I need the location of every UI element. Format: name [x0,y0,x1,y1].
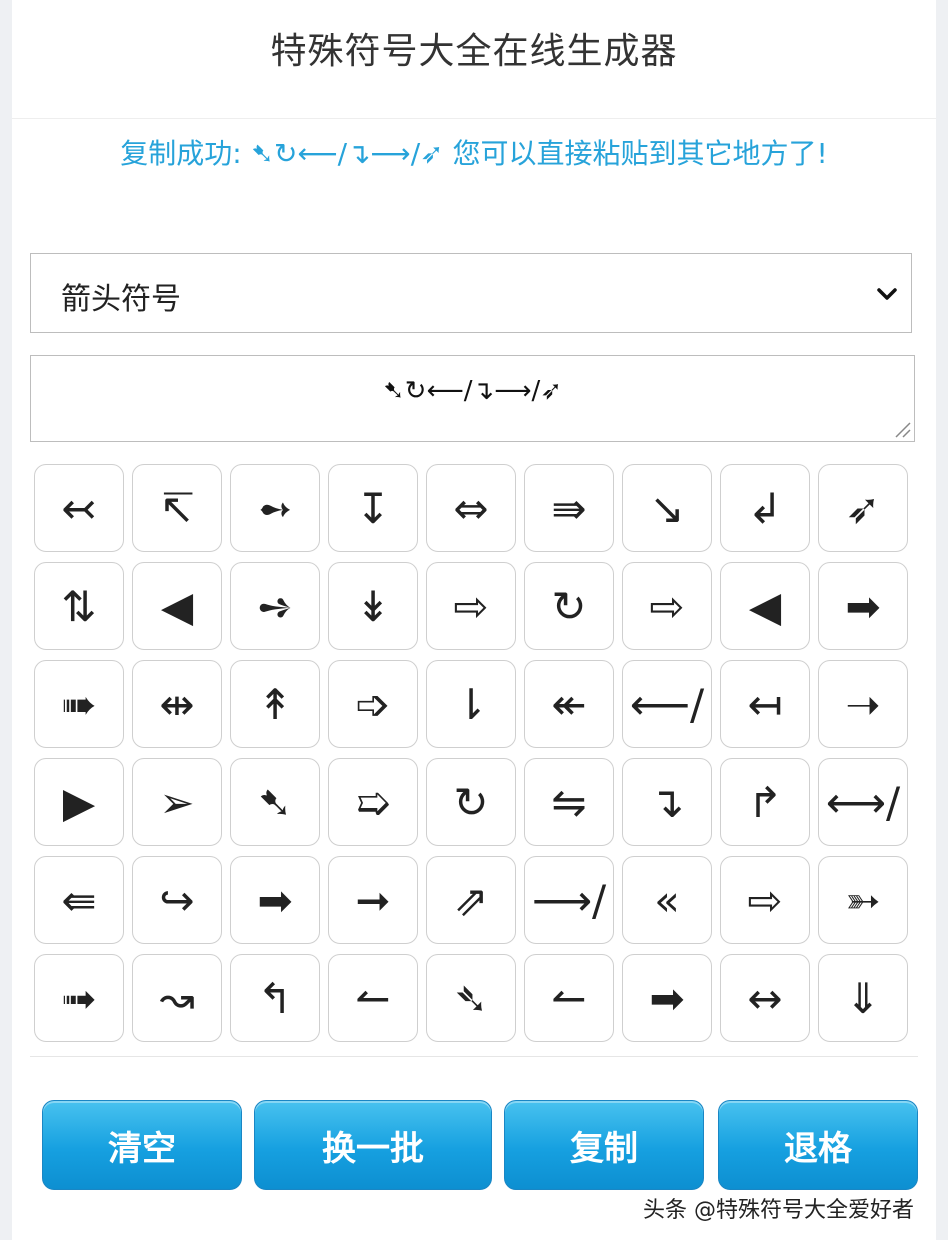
page-title: 特殊符号大全在线生成器 [270,31,678,72]
divider [12,118,936,119]
symbol-button[interactable]: ↝ [132,954,222,1042]
symbol-button[interactable]: ↤ [720,660,810,748]
symbol-button[interactable]: ⇓ [818,954,908,1042]
symbol-button[interactable]: ↰ [230,954,320,1042]
symbol-button[interactable]: ◀ [720,562,810,650]
action-bar: 清空 换一批 复制 退格 [12,1100,936,1192]
symbol-button[interactable]: ↱ [720,758,810,846]
symbol-button[interactable]: ↸ [132,464,222,552]
symbol-button[interactable]: ↘ [622,464,712,552]
category-select-value: 箭头符号 [61,282,181,317]
symbol-button[interactable]: ➺ [230,562,320,650]
symbol-button[interactable]: ⟷/ [818,758,908,846]
symbol-button[interactable]: ⇗ [426,856,516,944]
watermark: 头条 @特殊符号大全爱好者 [643,1198,914,1223]
symbol-button[interactable]: ↞ [524,660,614,748]
symbol-button[interactable]: ↟ [230,660,320,748]
symbol-button[interactable]: ➟ [34,954,124,1042]
symbol-button[interactable]: ↴ [622,758,712,846]
symbol-grid: ↢ ↸ ➻ ↧ ⇔ ⇛ ↘ ↲ ➶ ⇅ ◀ ➺ ↡ ⇨ ↻ ⇨ ◀ ➡ ➠ ⇹ … [34,464,910,1042]
symbol-button[interactable]: ↼ [328,954,418,1042]
symbol-button[interactable]: ↡ [328,562,418,650]
symbol-button[interactable]: ↻ [426,758,516,846]
page: 特殊符号大全在线生成器 复制成功: ➷↻⟵/↴⟶/➶ 您可以直接粘贴到其它地方了… [12,0,936,1240]
symbol-button[interactable]: ⇚ [34,856,124,944]
symbol-button[interactable]: ↧ [328,464,418,552]
symbol-button[interactable]: ➝ [818,660,908,748]
copy-success-notice: 复制成功: ➷↻⟵/↴⟶/➶ 您可以直接粘贴到其它地方了! [120,137,828,170]
symbol-button[interactable]: ⇨ [720,856,810,944]
symbol-button[interactable]: ➷ [230,758,320,846]
symbol-button[interactable]: ▶ [34,758,124,846]
symbol-button[interactable]: « [622,856,712,944]
backspace-button[interactable]: 退格 [718,1100,918,1190]
symbol-button[interactable]: ◀ [132,562,222,650]
symbol-button[interactable]: ➻ [230,464,320,552]
symbol-button[interactable]: ↻ [524,562,614,650]
symbol-button[interactable]: ⇛ [524,464,614,552]
symbol-button[interactable]: ➡ [622,954,712,1042]
symbol-button[interactable]: ➢ [132,758,222,846]
symbol-button[interactable]: ➞ [328,856,418,944]
symbol-button[interactable]: ⇋ [524,758,614,846]
symbol-button[interactable]: ⇂ [426,660,516,748]
symbol-button[interactable]: ➡ [230,856,320,944]
symbol-button[interactable]: ↪ [132,856,222,944]
symbol-button[interactable]: ↲ [720,464,810,552]
symbol-button[interactable]: ⟵/ [622,660,712,748]
symbol-button[interactable]: ➯ [328,758,418,846]
divider [30,1056,918,1057]
output-textarea[interactable]: ➷↻⟵/↴⟶/➶ [30,355,915,442]
shuffle-button[interactable]: 换一批 [254,1100,492,1190]
copy-button[interactable]: 复制 [504,1100,704,1190]
symbol-button[interactable]: ➶ [818,464,908,552]
category-select[interactable]: 箭头符号 [30,253,912,333]
chevron-down-icon [877,288,897,300]
symbol-button[interactable]: ⇔ [426,464,516,552]
symbol-button[interactable]: ➡ [818,562,908,650]
output-text: ➷↻⟵/↴⟶/➶ [382,376,563,406]
symbol-button[interactable]: ⇹ [132,660,222,748]
symbol-button[interactable]: ↔ [720,954,810,1042]
symbol-button[interactable]: ↼ [524,954,614,1042]
resize-handle-icon[interactable] [890,417,912,439]
symbol-button[interactable]: ⇨ [426,562,516,650]
symbol-button[interactable]: ➴ [426,954,516,1042]
symbol-button[interactable]: ⇨ [622,562,712,650]
clear-button[interactable]: 清空 [42,1100,242,1190]
symbol-button[interactable]: ➠ [34,660,124,748]
symbol-button[interactable]: ➳ [818,856,908,944]
symbol-button[interactable]: ↢ [34,464,124,552]
symbol-button[interactable]: ⟶/ [524,856,614,944]
symbol-button[interactable]: ➩ [328,660,418,748]
symbol-button[interactable]: ⇅ [34,562,124,650]
